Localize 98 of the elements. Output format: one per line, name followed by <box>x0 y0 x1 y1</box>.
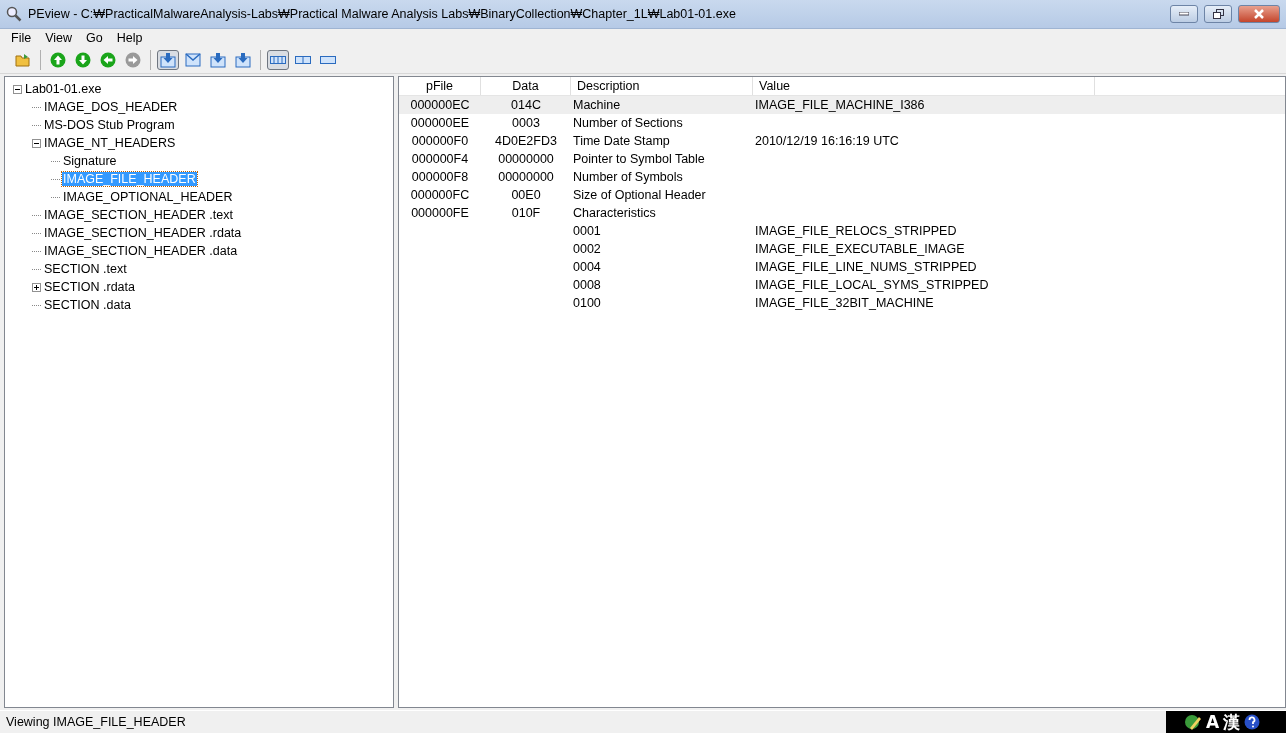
tree-item[interactable]: MS-DOS Stub Program <box>43 118 176 132</box>
hanja-indicator[interactable]: 漢 <box>1223 710 1241 733</box>
folder-icon <box>15 52 31 68</box>
table-row[interactable]: 0001 IMAGE_FILE_RELOCS_STRIPPED <box>399 222 1285 240</box>
tray-download-icon <box>235 52 251 68</box>
toolbar-button[interactable] <box>232 50 254 70</box>
tree-item[interactable]: SECTION .text <box>43 262 128 276</box>
arrow-down-icon <box>75 52 91 68</box>
minimize-icon <box>1179 12 1189 16</box>
table-cell: 00000000 <box>498 170 554 184</box>
expand-icon[interactable] <box>32 282 41 292</box>
table-cell: 000000F4 <box>411 152 469 166</box>
table-cell: Pointer to Symbol Table <box>573 152 705 166</box>
table-row[interactable]: 0004 IMAGE_FILE_LINE_NUMS_STRIPPED <box>399 258 1285 276</box>
magnifier-icon <box>6 6 22 22</box>
table-cell: 00000000 <box>498 152 554 166</box>
table-row[interactable]: 000000F8 00000000 Number of Symbols <box>399 168 1285 186</box>
menu-item[interactable]: View <box>38 31 80 45</box>
table-cell: 000000F8 <box>411 170 469 184</box>
table-cell: Time Date Stamp <box>573 134 670 148</box>
status-text: Viewing IMAGE_FILE_HEADER <box>5 715 187 729</box>
table-cell: 000000EE <box>410 116 470 130</box>
split-panel-icon <box>295 56 311 64</box>
table-row[interactable]: 000000F0 4D0E2FD3 Time Date Stamp 2010/12/19 16:16:19 UTC <box>399 132 1285 150</box>
close-icon <box>1253 9 1265 19</box>
collapse-icon[interactable] <box>13 84 22 94</box>
window-title: PEview - C:₩PracticalMalwareAnalysis-Labs₩Practical Malware Analysis Labs₩BinaryCollection₩Chapter_1L₩Lab01-01.exe <box>28 7 737 21</box>
tree-item[interactable]: Lab01-01.exe <box>24 82 103 96</box>
table-cell: Machine <box>573 98 621 112</box>
table-cell: Number of Symbols <box>573 170 683 184</box>
table-cell: 000000F0 <box>411 134 469 148</box>
toolbar-button[interactable] <box>182 50 204 70</box>
restore-button[interactable] <box>1204 5 1232 23</box>
table-cell: IMAGE_FILE_EXECUTABLE_IMAGE <box>755 242 965 256</box>
tree-item[interactable]: IMAGE_NT_HEADERS <box>43 136 177 150</box>
table-cell: 0100 <box>573 296 601 310</box>
table-row[interactable]: 0008 IMAGE_FILE_LOCAL_SYMS_STRIPPED <box>399 276 1285 294</box>
table-cell: 0003 <box>512 116 540 130</box>
table-cell: 0002 <box>573 242 601 256</box>
table-row[interactable]: 0002 IMAGE_FILE_EXECUTABLE_IMAGE <box>399 240 1285 258</box>
panel-icon <box>320 56 336 64</box>
table-cell: 2010/12/19 16:16:19 UTC <box>755 134 899 148</box>
table-cell: 000000FC <box>410 188 470 202</box>
tray-download-icon <box>160 52 176 68</box>
close-button[interactable] <box>1238 5 1280 23</box>
tree-item[interactable]: IMAGE_SECTION_HEADER .rdata <box>43 226 243 240</box>
pencil-globe-icon <box>1184 714 1202 730</box>
tree-item[interactable]: SECTION .rdata <box>43 280 136 294</box>
column-header[interactable]: Data <box>481 77 571 95</box>
table-row[interactable]: 000000EC 014C Machine IMAGE_FILE_MACHINE_I386 <box>399 96 1285 114</box>
toolbar-button[interactable] <box>207 50 229 70</box>
table-cell: IMAGE_FILE_LINE_NUMS_STRIPPED <box>755 260 977 274</box>
envelope-icon <box>185 53 201 67</box>
table-cell: IMAGE_FILE_MACHINE_I386 <box>755 98 925 112</box>
tree-item[interactable]: IMAGE_SECTION_HEADER .data <box>43 244 239 258</box>
arrow-right-icon <box>125 52 141 68</box>
table-cell: 0004 <box>573 260 601 274</box>
tree-item[interactable]: Signature <box>62 154 118 168</box>
table-cell: IMAGE_FILE_32BIT_MACHINE <box>755 296 934 310</box>
table-cell: 010F <box>511 206 541 220</box>
column-header[interactable]: Description <box>571 77 753 95</box>
table-cell: 00E0 <box>511 188 541 202</box>
restore-icon <box>1212 9 1224 19</box>
collapse-icon[interactable] <box>32 138 41 148</box>
menu-item[interactable]: File <box>4 31 39 45</box>
tree-item[interactable]: IMAGE_DOS_HEADER <box>43 100 179 114</box>
table-cell: 000000EC <box>410 98 470 112</box>
tree-item[interactable]: SECTION .data <box>43 298 132 312</box>
table-cell: 4D0E2FD3 <box>495 134 557 148</box>
column-header[interactable]: pFile <box>399 77 481 95</box>
toolbar-button[interactable] <box>157 50 179 70</box>
tray-download-icon <box>210 52 226 68</box>
table-row[interactable]: 000000F4 00000000 Pointer to Symbol Table <box>399 150 1285 168</box>
menu-item[interactable]: Help <box>109 31 150 45</box>
tree-item[interactable]: IMAGE_SECTION_HEADER .text <box>43 208 234 222</box>
menu-item[interactable]: Go <box>79 31 110 45</box>
input-mode-indicator[interactable]: A <box>1206 712 1220 732</box>
columns-icon <box>270 56 286 64</box>
table-row[interactable]: 000000EE 0003 Number of Sections <box>399 114 1285 132</box>
arrow-up-icon <box>50 52 66 68</box>
minimize-button[interactable] <box>1170 5 1198 23</box>
table-cell: 0001 <box>573 224 601 238</box>
table-cell: Characteristics <box>573 206 656 220</box>
column-header[interactable]: Value <box>753 77 1095 95</box>
table-cell: 000000FE <box>411 206 469 220</box>
toolbar-button[interactable] <box>267 50 289 70</box>
table-cell: Size of Optional Header <box>573 188 706 202</box>
help-icon <box>1244 714 1261 730</box>
tree-item[interactable]: IMAGE_OPTIONAL_HEADER <box>62 190 234 204</box>
table-row[interactable]: 000000FC 00E0 Size of Optional Header <box>399 186 1285 204</box>
table-cell: IMAGE_FILE_LOCAL_SYMS_STRIPPED <box>755 278 989 292</box>
table-cell: IMAGE_FILE_RELOCS_STRIPPED <box>755 224 957 238</box>
arrow-left-icon <box>100 52 116 68</box>
table-cell: 014C <box>511 98 541 112</box>
table-row[interactable]: 0100 IMAGE_FILE_32BIT_MACHINE <box>399 294 1285 312</box>
table-row[interactable]: 000000FE 010F Characteristics <box>399 204 1285 222</box>
table-cell: Number of Sections <box>573 116 683 130</box>
table-cell: 0008 <box>573 278 601 292</box>
